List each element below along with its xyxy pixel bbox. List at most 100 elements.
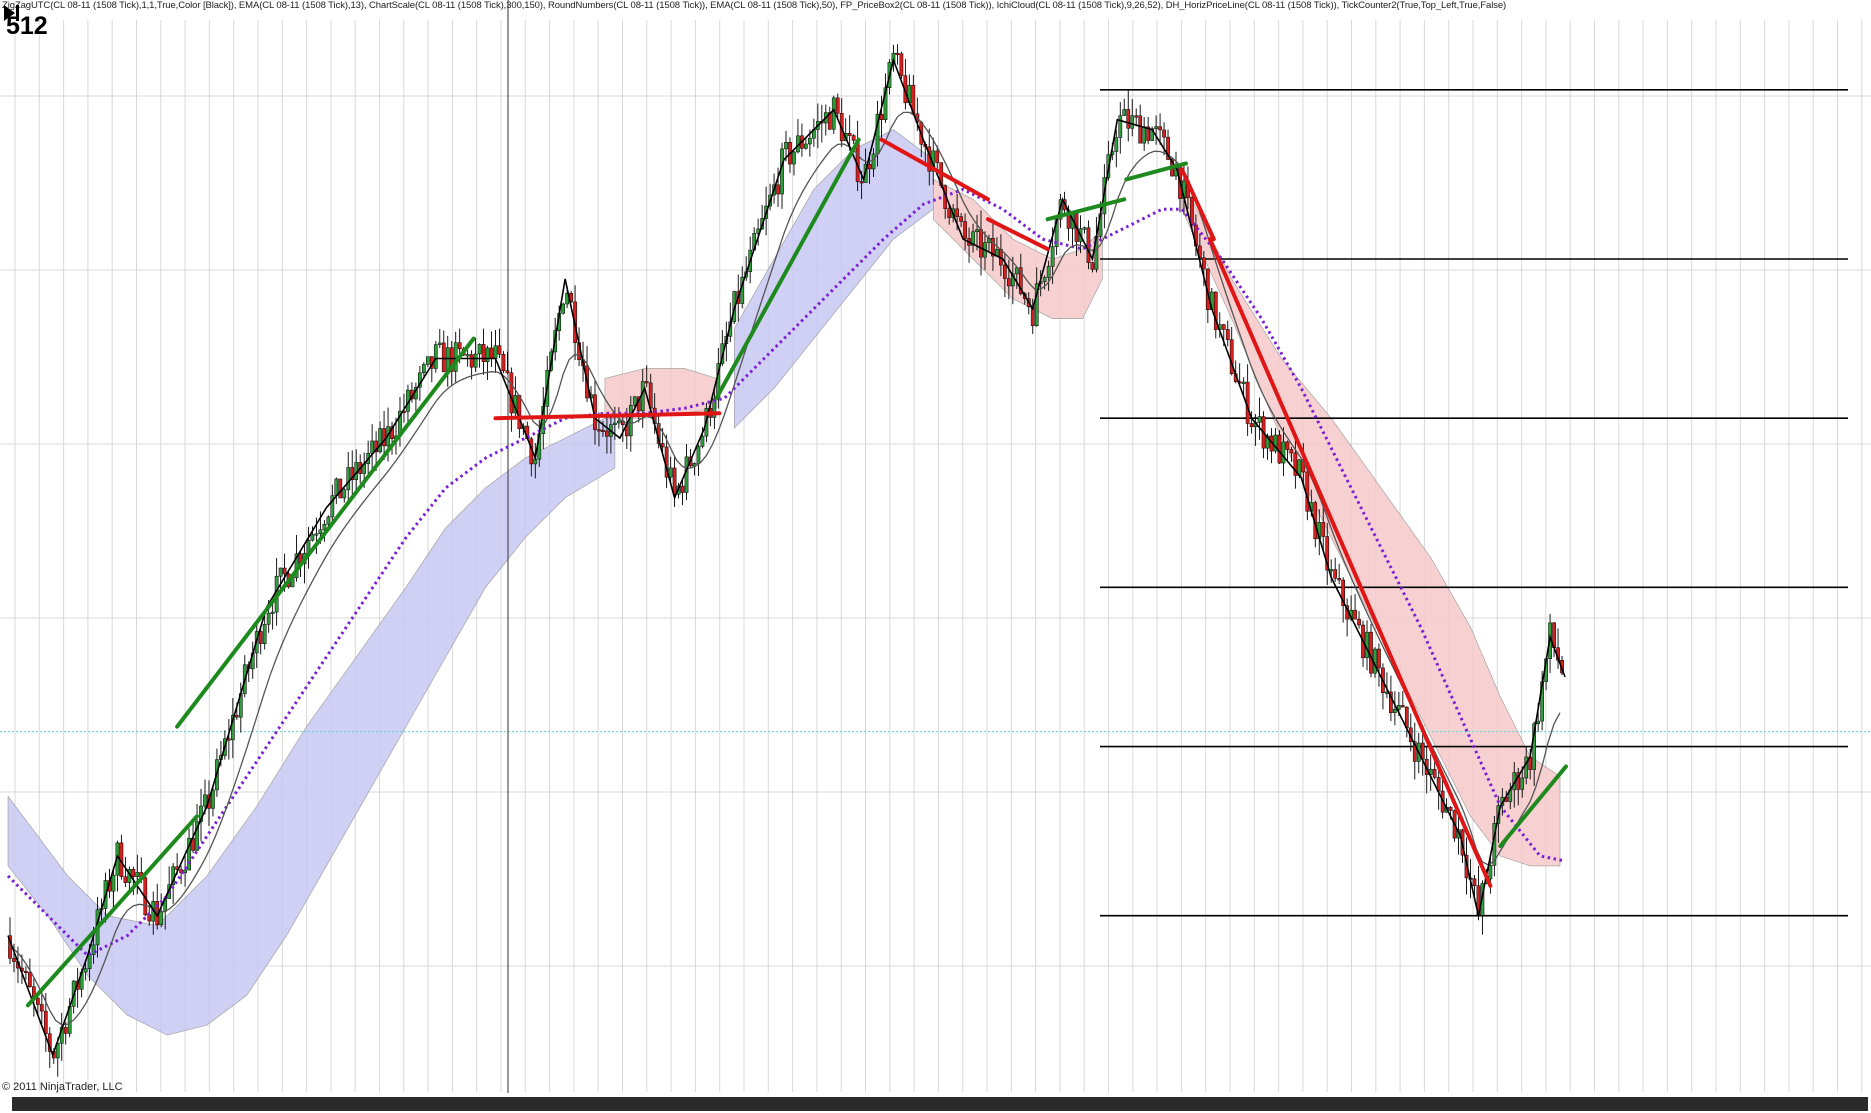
candle-down — [601, 429, 605, 432]
candle-up — [135, 872, 140, 877]
candle-down — [935, 150, 940, 163]
candle-up — [617, 420, 621, 424]
candle-down — [12, 958, 16, 962]
candle-up — [203, 794, 207, 807]
candle-down — [1090, 262, 1095, 270]
candle-up — [334, 478, 339, 496]
candle-down — [605, 430, 609, 437]
candle-up — [322, 523, 327, 531]
candle-up — [700, 435, 705, 447]
candle-up — [270, 611, 275, 614]
candle-down — [1285, 441, 1290, 450]
candle-up — [1130, 115, 1135, 129]
candle-down — [1003, 264, 1007, 279]
candle-down — [489, 347, 494, 359]
candle-down — [1162, 129, 1166, 138]
candle-down — [847, 133, 852, 136]
candle-down — [1472, 878, 1477, 886]
horizontal-scrollbar[interactable] — [12, 1097, 1868, 1111]
candle-down — [899, 53, 904, 76]
candle-down — [457, 342, 462, 350]
candle-up — [632, 396, 637, 406]
candle-up — [91, 944, 96, 955]
candle-down — [505, 370, 510, 373]
candle-down — [1158, 126, 1162, 131]
cloud-bull — [733, 129, 934, 429]
candle-up — [159, 911, 164, 926]
candle-up — [628, 404, 633, 437]
candle-up — [1365, 631, 1369, 659]
end-bar-icon — [16, 5, 19, 21]
candle-up — [465, 354, 470, 357]
candle-down — [1190, 197, 1194, 226]
candle-down — [509, 372, 514, 414]
candle-down — [469, 354, 474, 368]
candle-up — [433, 344, 438, 369]
candle-down — [382, 428, 386, 447]
candle-up — [346, 467, 351, 491]
price-chart[interactable] — [0, 0, 1871, 1113]
candle-up — [485, 347, 490, 362]
candle-down — [1126, 109, 1131, 129]
candle-down — [660, 443, 665, 448]
candle-up — [493, 345, 498, 359]
candle-up — [310, 534, 315, 541]
candle-down — [1400, 705, 1405, 708]
candle-down — [1277, 434, 1282, 464]
candle-down — [979, 229, 983, 258]
candle-down — [501, 353, 506, 371]
candle-up — [1122, 109, 1127, 116]
play-end-icon — [4, 5, 15, 21]
candle-down — [1377, 648, 1381, 669]
candle-down — [1448, 807, 1453, 811]
copyright-notice: © 2011 NinjaTrader, LLC — [2, 1081, 123, 1093]
candle-up — [318, 529, 323, 534]
candle-down — [28, 972, 32, 987]
candle-up — [111, 874, 116, 892]
candle-up — [1154, 126, 1158, 129]
candle-up — [1142, 126, 1147, 144]
candle-up — [278, 567, 283, 577]
candle-down — [776, 184, 780, 195]
candle-up — [1329, 569, 1334, 572]
candle-up — [1118, 115, 1123, 138]
candle-down — [441, 342, 446, 373]
candle-down — [43, 1010, 48, 1034]
cloud-bear — [1181, 179, 1561, 867]
candle-up — [453, 342, 458, 372]
candle-down — [1249, 423, 1254, 427]
candle-down — [1353, 609, 1357, 620]
candle-up — [804, 143, 808, 149]
candle-up — [808, 137, 812, 145]
candle-up — [266, 612, 271, 625]
candle-up — [425, 356, 430, 365]
candle-down — [963, 221, 967, 239]
candle-up — [1488, 865, 1493, 880]
candle-up — [1536, 720, 1540, 725]
candle-down — [835, 97, 840, 114]
chart-panel[interactable]: ZigZagUTC(CL 08-11 (1508 Tick),1,1,True,… — [0, 0, 1871, 1113]
candle-up — [1114, 137, 1119, 152]
cloud-bear — [932, 178, 1103, 320]
candle-up — [1393, 708, 1397, 714]
scroll-to-end-button[interactable] — [0, 2, 22, 24]
candle-down — [851, 135, 856, 141]
candle-down — [955, 208, 959, 217]
candle-down — [1007, 278, 1011, 287]
candle-up — [975, 229, 979, 233]
candle-down — [39, 1004, 44, 1012]
candle-down — [1321, 522, 1326, 537]
candle-down — [1202, 257, 1206, 270]
candle-up — [792, 151, 796, 165]
candle-down — [234, 715, 239, 718]
candle-down — [1138, 115, 1143, 144]
candle-up — [1042, 277, 1047, 282]
candle-down — [859, 181, 864, 184]
candle-up — [1397, 705, 1401, 710]
candle-up — [326, 516, 331, 525]
candle-up — [1257, 416, 1262, 423]
candle-up — [83, 968, 88, 973]
candle-up — [342, 489, 347, 499]
candle-up — [1241, 381, 1246, 384]
candle-down — [644, 381, 649, 384]
